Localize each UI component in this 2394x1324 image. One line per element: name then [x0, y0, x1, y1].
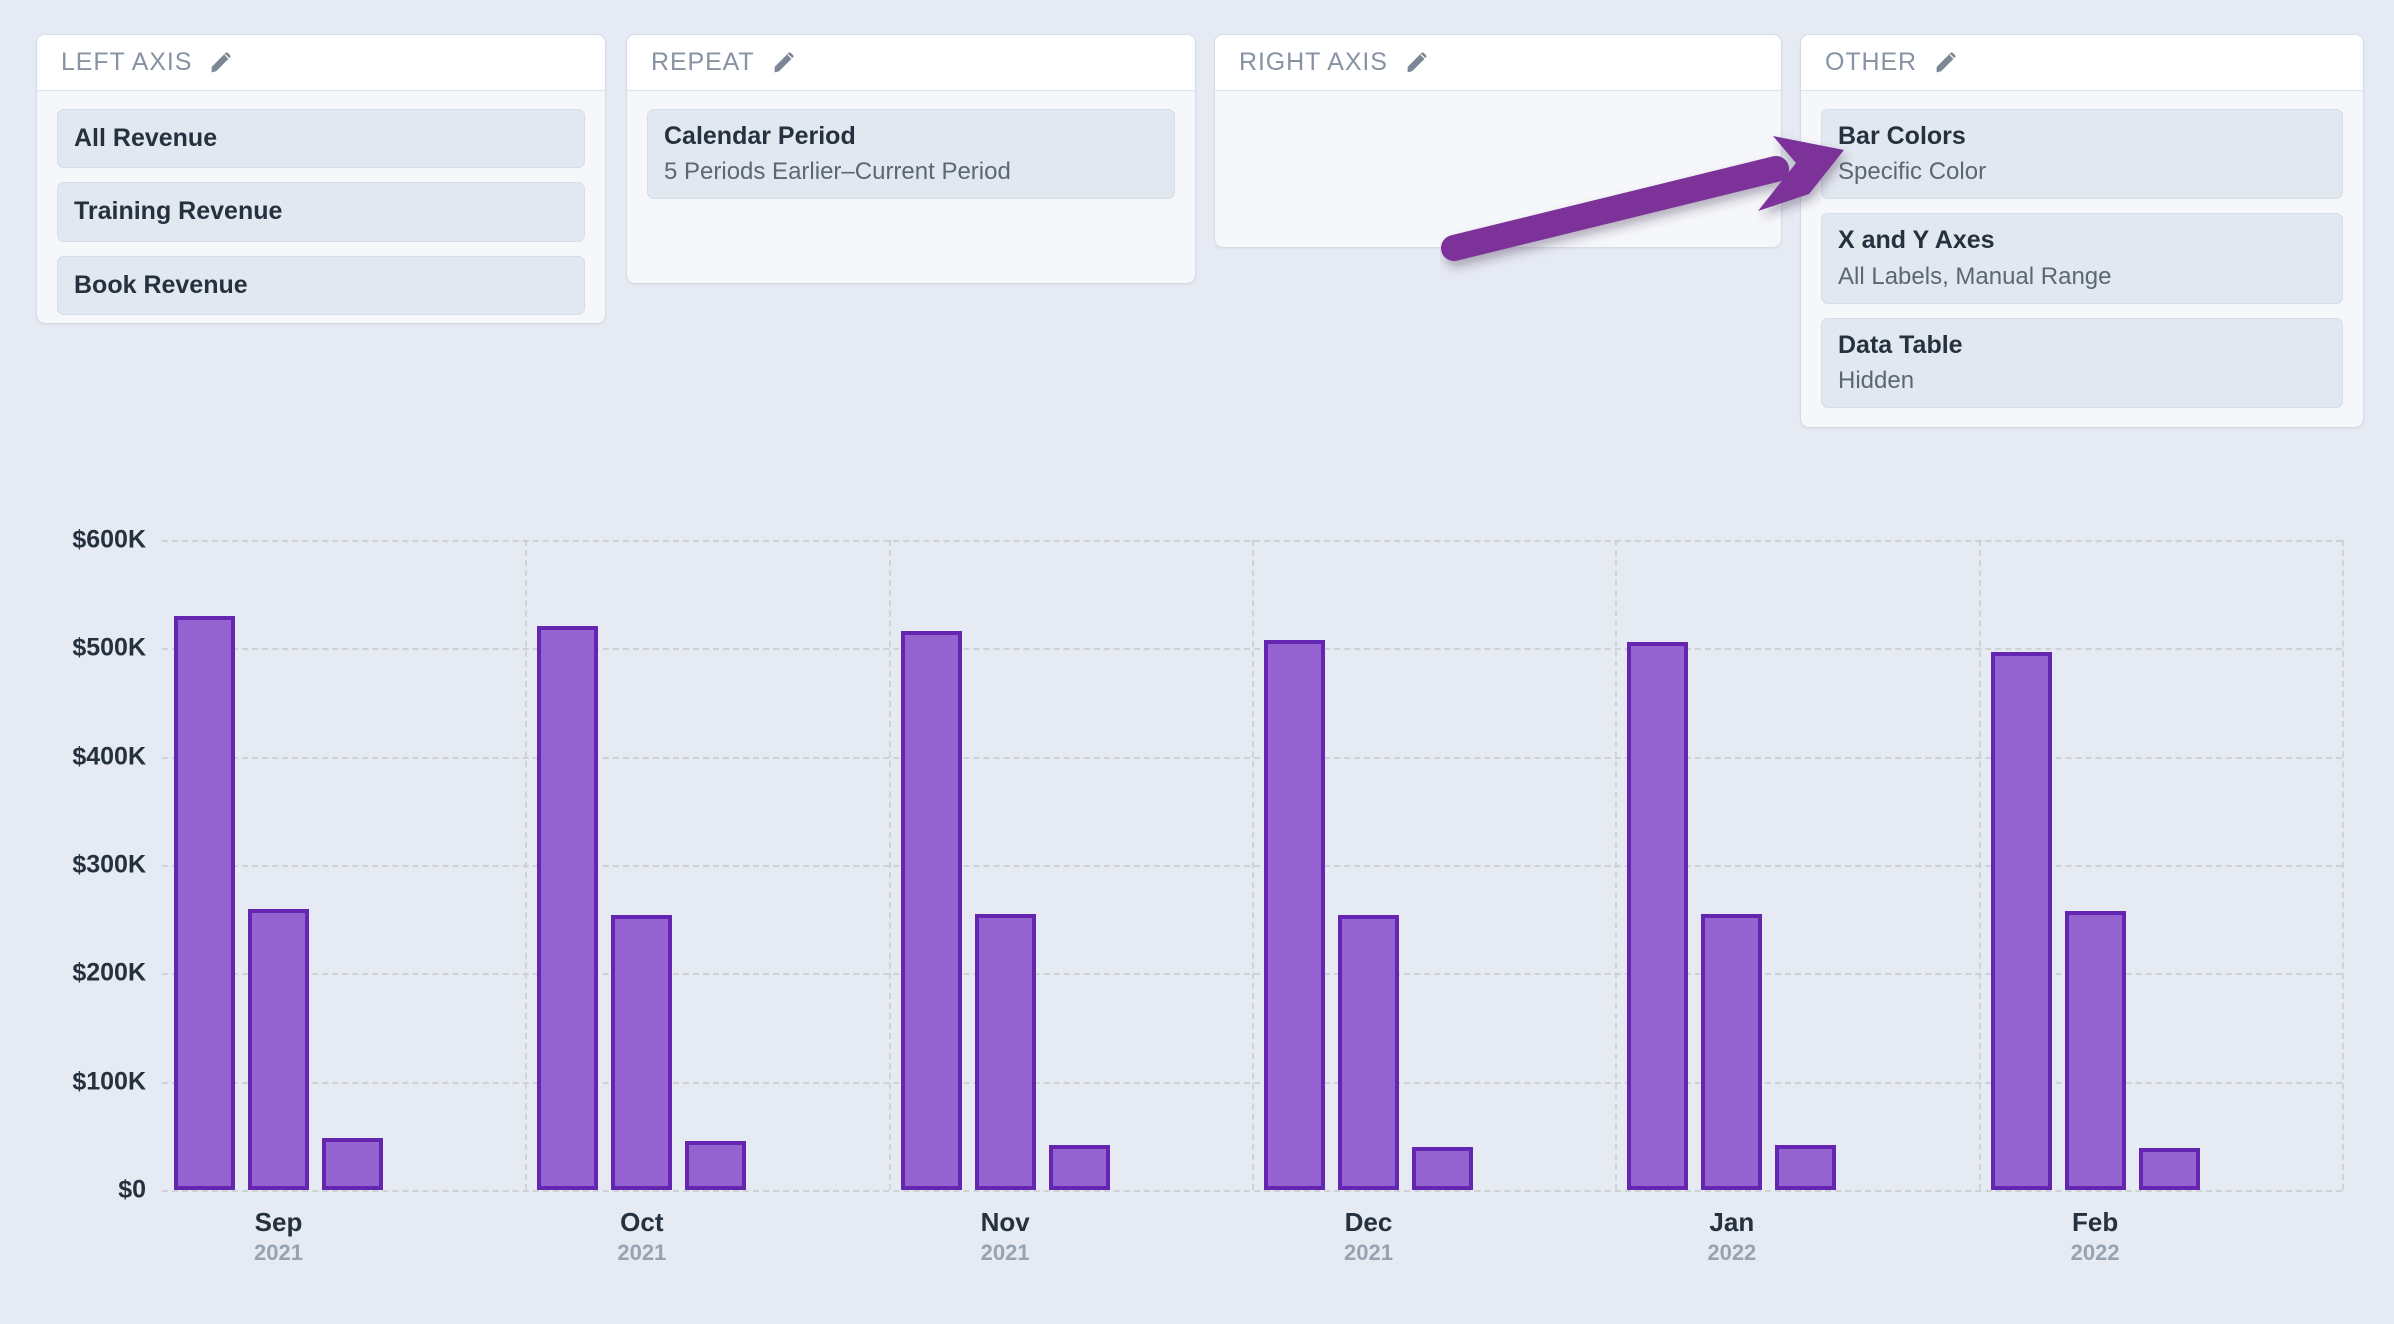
chart-bar[interactable] — [248, 909, 309, 1190]
chip-calendar-period[interactable]: Calendar Period 5 Periods Earlier–Curren… — [647, 109, 1175, 200]
panel-left-axis: LEFT AXIS All Revenue Training Revenue B… — [36, 34, 606, 324]
panel-other-body: Bar Colors Specific Color X and Y Axes A… — [1801, 91, 2363, 428]
panel-other-header: OTHER — [1801, 35, 2363, 91]
panel-left-axis-body: All Revenue Training Revenue Book Revenu… — [37, 91, 605, 335]
x-axis-year: 2021 — [980, 1239, 1030, 1265]
chip-title: Book Revenue — [74, 270, 248, 299]
panel-right-axis-header: RIGHT AXIS — [1215, 35, 1781, 91]
x-axis-month: Nov — [980, 1207, 1030, 1237]
x-axis-year: 2021 — [617, 1239, 667, 1265]
chip-training-revenue[interactable]: Training Revenue — [57, 182, 585, 242]
chip-all-revenue[interactable]: All Revenue — [57, 109, 585, 169]
x-axis-year: 2021 — [1344, 1239, 1393, 1265]
x-gridline — [1978, 540, 1981, 1190]
x-gridline — [888, 540, 891, 1190]
panel-repeat-header: REPEAT — [627, 35, 1195, 91]
chart-bar[interactable] — [900, 631, 962, 1190]
x-gridline — [1252, 540, 1254, 1190]
chart-plot-area: $600K $500K $400K $300K $200K $100K $0 Sep 2021 O… — [72, 526, 2344, 1265]
chart-bar[interactable] — [1264, 639, 1325, 1190]
chart-bar[interactable] — [1701, 913, 1763, 1190]
x-gridline — [1615, 540, 1618, 1190]
bar-chart: $600K $500K $400K $300K $200K $100K $0 Sep 2021 O… — [0, 440, 2394, 1324]
config-panel-shelf: LEFT AXIS All Revenue Training Revenue B… — [0, 0, 2394, 440]
y-axis-tick-label: $500K — [72, 633, 146, 662]
chip-title: X and Y Axes — [1838, 226, 1995, 255]
x-axis-month: Sep — [254, 1207, 303, 1237]
x-axis-label: Sep 2021 — [254, 1208, 303, 1267]
pencil-icon[interactable] — [1404, 50, 1430, 76]
chip-title: Calendar Period — [664, 122, 856, 150]
y-axis-tick-label: $0 — [118, 1175, 146, 1204]
panel-repeat: REPEAT Calendar Period 5 Periods Earlier… — [626, 34, 1196, 284]
chip-title: Bar Colors — [1838, 122, 1966, 150]
panel-right-axis-title: RIGHT AXIS — [1239, 48, 1388, 76]
chart-bar[interactable] — [611, 914, 673, 1190]
pencil-icon[interactable] — [1933, 50, 1959, 76]
x-axis-month: Dec — [1344, 1207, 1393, 1237]
panel-other-title: OTHER — [1825, 48, 1917, 76]
y-gridline — [162, 1190, 2342, 1192]
chip-x-and-y-axes[interactable]: X and Y Axes All Labels, Manual Range — [1821, 213, 2343, 304]
chart-bar[interactable] — [1338, 914, 1399, 1190]
chip-bar-colors[interactable]: Bar Colors Specific Color — [1821, 109, 2343, 200]
y-axis-tick-label: $100K — [72, 1067, 146, 1096]
chart-bar[interactable] — [174, 615, 235, 1190]
chart-bar[interactable] — [1990, 651, 2052, 1190]
chip-subtitle: 5 Periods Earlier–Current Period — [664, 158, 1011, 186]
x-axis-label: Dec 2021 — [1344, 1208, 1393, 1267]
x-axis-label: Feb 2022 — [2071, 1208, 2120, 1267]
chip-title: All Revenue — [74, 124, 218, 152]
y-axis-tick-label: $200K — [72, 958, 146, 987]
y-axis-tick-label: $400K — [72, 742, 146, 771]
chart-bar[interactable] — [974, 913, 1036, 1190]
chart-bar[interactable] — [1775, 1144, 1837, 1190]
chart-bar[interactable] — [322, 1138, 383, 1190]
chip-subtitle: Specific Color — [1838, 158, 1987, 186]
x-axis-year: 2022 — [2070, 1239, 2120, 1265]
chip-data-table[interactable]: Data Table Hidden — [1821, 317, 2343, 409]
chip-title: Data Table — [1838, 330, 1963, 359]
pencil-icon[interactable] — [208, 50, 234, 76]
panel-left-axis-title: LEFT AXIS — [61, 48, 193, 76]
chart-bar[interactable] — [2138, 1147, 2200, 1190]
x-axis-label: Nov 2021 — [981, 1208, 1030, 1267]
x-axis-year: 2022 — [1707, 1239, 1757, 1265]
x-axis-month: Feb — [2072, 1207, 2119, 1237]
chart-bar[interactable] — [685, 1141, 747, 1190]
panel-right-axis-body[interactable] — [1215, 91, 1781, 181]
chip-subtitle: Hidden — [1838, 367, 1915, 395]
x-axis-label: Jan 2022 — [1707, 1208, 1756, 1267]
x-axis-label: Oct 2021 — [617, 1208, 666, 1267]
panel-repeat-body: Calendar Period 5 Periods Earlier–Curren… — [627, 91, 1195, 219]
panel-repeat-title: REPEAT — [651, 48, 755, 76]
x-gridline — [525, 540, 528, 1190]
x-axis-month: Oct — [620, 1207, 664, 1237]
x-axis-month: Jan — [1709, 1207, 1755, 1237]
chip-book-revenue[interactable]: Book Revenue — [57, 255, 585, 315]
chip-title: Training Revenue — [74, 197, 283, 226]
panel-other: OTHER Bar Colors Specific Color X and Y … — [1800, 34, 2364, 428]
chart-bar[interactable] — [1412, 1146, 1473, 1190]
pencil-icon[interactable] — [771, 50, 797, 76]
chart-bar[interactable] — [537, 625, 599, 1190]
chip-subtitle: All Labels, Manual Range — [1838, 262, 2112, 290]
chart-bar[interactable] — [1048, 1144, 1110, 1190]
panel-left-axis-header: LEFT AXIS — [37, 35, 605, 91]
x-axis-year: 2021 — [254, 1239, 303, 1265]
chart-bar[interactable] — [2064, 910, 2126, 1190]
panel-right-axis: RIGHT AXIS — [1214, 34, 1782, 248]
y-axis-tick-label: $300K — [72, 850, 146, 879]
y-axis-tick-label: $600K — [72, 525, 146, 554]
chart-bar[interactable] — [1627, 641, 1689, 1190]
x-gridline — [2342, 540, 2344, 1190]
